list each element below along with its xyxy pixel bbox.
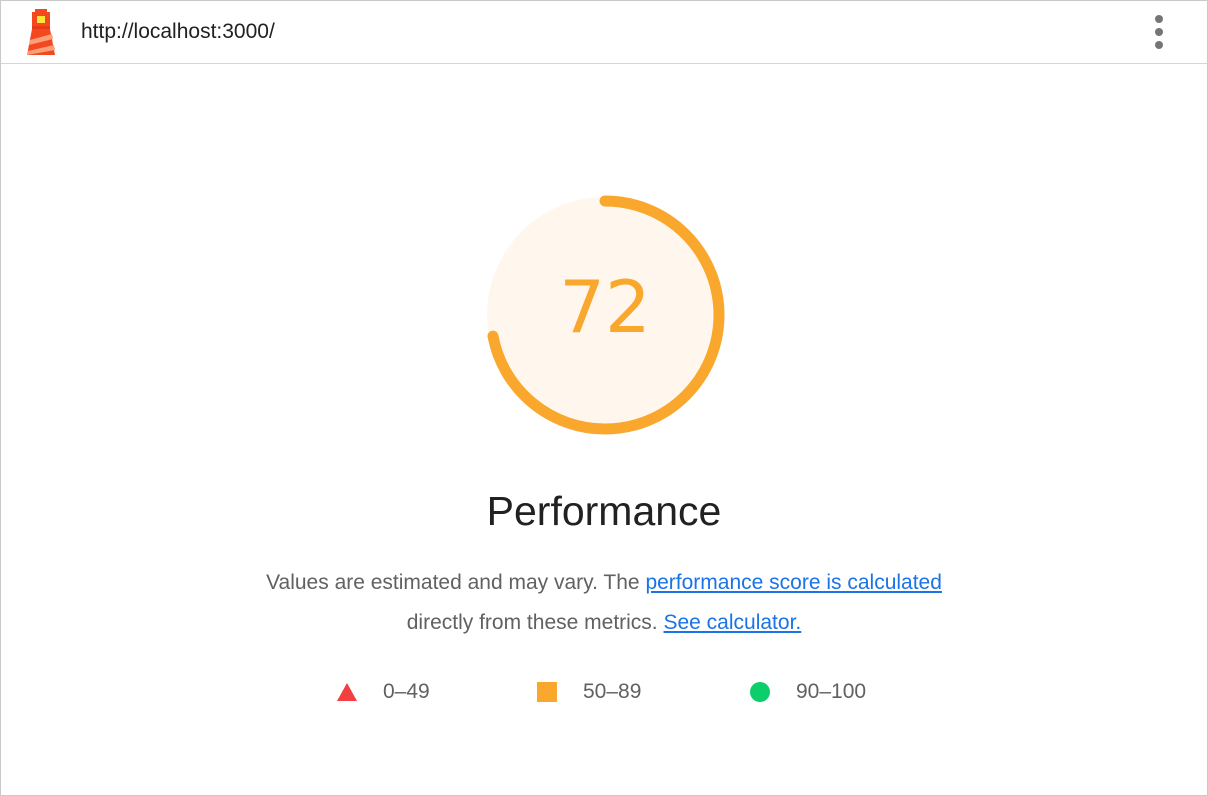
legend-label-fail: 0–49 (383, 680, 430, 703)
report-frame: http://localhost:3000/ 72 Performance Va… (0, 0, 1208, 796)
page-url: http://localhost:3000/ (81, 20, 275, 43)
performance-score-link[interactable]: performance score is calculated (645, 571, 941, 594)
description-text: Values are estimated and may vary. The (266, 571, 646, 594)
legend-item-average: 50–89 (535, 677, 641, 707)
category-title: Performance (486, 488, 722, 534)
legend-label-average: 50–89 (583, 680, 642, 703)
description-text-2: directly from these metrics. (406, 611, 664, 634)
triangle-icon (337, 683, 357, 701)
see-calculator-link[interactable]: See calculator. (663, 611, 801, 634)
vertical-dots-icon[interactable] (1145, 11, 1173, 53)
legend-item-pass: 90–100 (748, 677, 866, 707)
score-description: Values are estimated and may vary. The p… (201, 563, 1007, 643)
score-value: 72 (559, 265, 651, 349)
lighthouse-icon (27, 9, 55, 55)
square-icon (537, 682, 557, 702)
circle-icon (750, 682, 770, 702)
legend-label-pass: 90–100 (796, 680, 867, 703)
legend-item-fail: 0–49 (335, 677, 430, 707)
top-bar: http://localhost:3000/ (1, 1, 1207, 64)
